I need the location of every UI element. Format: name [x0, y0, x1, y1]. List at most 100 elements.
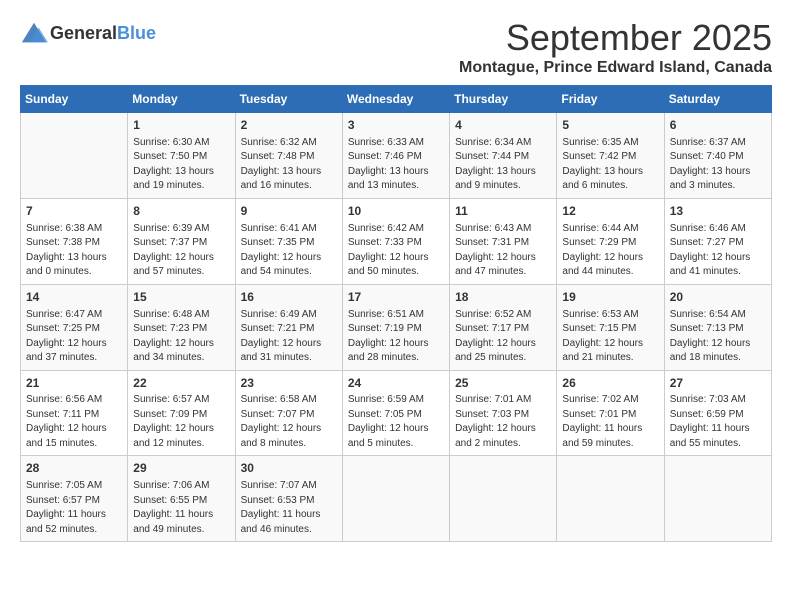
sunrise-text: Sunrise: 6:43 AM — [455, 223, 531, 234]
sunrise-text: Sunrise: 6:32 AM — [241, 137, 317, 148]
daylight-text: Daylight: 12 hours and 44 minutes. — [562, 252, 643, 278]
col-monday: Monday — [128, 86, 235, 113]
day-number: 7 — [26, 203, 122, 220]
sunrise-text: Sunrise: 6:46 AM — [670, 223, 746, 234]
sunset-text: Sunset: 7:19 PM — [348, 323, 422, 334]
sunrise-text: Sunrise: 7:03 AM — [670, 394, 746, 405]
day-info: Sunrise: 6:46 AMSunset: 7:27 PMDaylight:… — [670, 222, 766, 280]
day-info: Sunrise: 7:05 AMSunset: 6:57 PMDaylight:… — [26, 479, 122, 537]
daylight-text: Daylight: 13 hours and 16 minutes. — [241, 166, 322, 192]
day-number: 4 — [455, 117, 551, 134]
calendar-cell: 15Sunrise: 6:48 AMSunset: 7:23 PMDayligh… — [128, 284, 235, 370]
logo-blue: Blue — [117, 24, 156, 44]
day-info: Sunrise: 7:01 AMSunset: 7:03 PMDaylight:… — [455, 393, 551, 451]
daylight-text: Daylight: 12 hours and 18 minutes. — [670, 338, 751, 364]
logo-text: GeneralBlue — [50, 24, 156, 44]
day-info: Sunrise: 6:58 AMSunset: 7:07 PMDaylight:… — [241, 393, 337, 451]
calendar-cell: 19Sunrise: 6:53 AMSunset: 7:15 PMDayligh… — [557, 284, 664, 370]
day-number: 11 — [455, 203, 551, 220]
sunset-text: Sunset: 7:38 PM — [26, 237, 100, 248]
sunrise-text: Sunrise: 6:44 AM — [562, 223, 638, 234]
day-number: 16 — [241, 289, 337, 306]
sunrise-text: Sunrise: 6:56 AM — [26, 394, 102, 405]
calendar-week-row: 21Sunrise: 6:56 AMSunset: 7:11 PMDayligh… — [21, 370, 772, 456]
calendar-cell: 2Sunrise: 6:32 AMSunset: 7:48 PMDaylight… — [235, 113, 342, 199]
daylight-text: Daylight: 12 hours and 31 minutes. — [241, 338, 322, 364]
sunset-text: Sunset: 6:57 PM — [26, 495, 100, 506]
logo: GeneralBlue — [20, 20, 156, 48]
sunset-text: Sunset: 7:23 PM — [133, 323, 207, 334]
day-info: Sunrise: 6:33 AMSunset: 7:46 PMDaylight:… — [348, 136, 444, 194]
col-saturday: Saturday — [664, 86, 771, 113]
sunset-text: Sunset: 7:44 PM — [455, 151, 529, 162]
day-number: 28 — [26, 460, 122, 477]
sunset-text: Sunset: 7:25 PM — [26, 323, 100, 334]
day-info: Sunrise: 6:32 AMSunset: 7:48 PMDaylight:… — [241, 136, 337, 194]
calendar-cell: 7Sunrise: 6:38 AMSunset: 7:38 PMDaylight… — [21, 198, 128, 284]
day-number: 30 — [241, 460, 337, 477]
calendar-cell: 6 Sunrise: 6:37 AMSunset: 7:40 PMDaylight… — [664, 113, 771, 199]
sunset-text: Sunset: 7:13 PM — [670, 323, 744, 334]
sunrise-text: Sunrise: 7:07 AM — [241, 480, 317, 491]
daylight-text: Daylight: 11 hours and 52 minutes. — [26, 509, 106, 535]
day-number: 29 — [133, 460, 229, 477]
day-info: Sunrise: 6:44 AMSunset: 7:29 PMDaylight:… — [562, 222, 658, 280]
day-number: 5 — [562, 117, 658, 134]
daylight-text: Daylight: 12 hours and 21 minutes. — [562, 338, 643, 364]
daylight-text: Daylight: 13 hours and 9 minutes. — [455, 166, 536, 192]
day-info: Sunrise: 6:54 AMSunset: 7:13 PMDaylight:… — [670, 308, 766, 366]
sunrise-text: Sunrise: 6:39 AM — [133, 223, 209, 234]
sunrise-text: Sunrise: 6:30 AM — [133, 137, 209, 148]
sunrise-text: Sunrise: 7:02 AM — [562, 394, 638, 405]
day-number: 12 — [562, 203, 658, 220]
sunset-text: Sunset: 7:27 PM — [670, 237, 744, 248]
calendar-header-row: Sunday Monday Tuesday Wednesday Thursday… — [21, 86, 772, 113]
day-number: 13 — [670, 203, 766, 220]
calendar-week-row: 1Sunrise: 6:30 AMSunset: 7:50 PMDaylight… — [21, 113, 772, 199]
sunrise-text: Sunrise: 6:35 AM — [562, 137, 638, 148]
day-number: 25 — [455, 375, 551, 392]
calendar-cell: 24Sunrise: 6:59 AMSunset: 7:05 PMDayligh… — [342, 370, 449, 456]
sunset-text: Sunset: 6:59 PM — [670, 409, 744, 420]
day-info: Sunrise: 6:57 AMSunset: 7:09 PMDaylight:… — [133, 393, 229, 451]
day-info: Sunrise: 7:06 AMSunset: 6:55 PMDaylight:… — [133, 479, 229, 537]
day-info: Sunrise: 6:37 AMSunset: 7:40 PMDaylight:… — [670, 136, 766, 194]
col-friday: Friday — [557, 86, 664, 113]
day-number: 21 — [26, 375, 122, 392]
calendar-cell: 18Sunrise: 6:52 AMSunset: 7:17 PMDayligh… — [450, 284, 557, 370]
sunrise-text: Sunrise: 6:52 AM — [455, 309, 531, 320]
calendar-cell: 30Sunrise: 7:07 AMSunset: 6:53 PMDayligh… — [235, 456, 342, 542]
day-number: 6 — [670, 117, 766, 134]
day-info: Sunrise: 6:39 AMSunset: 7:37 PMDaylight:… — [133, 222, 229, 280]
sunset-text: Sunset: 7:21 PM — [241, 323, 315, 334]
calendar-cell: 27Sunrise: 7:03 AMSunset: 6:59 PMDayligh… — [664, 370, 771, 456]
calendar-table: Sunday Monday Tuesday Wednesday Thursday… — [20, 85, 772, 542]
calendar-cell — [342, 456, 449, 542]
calendar-cell: 4Sunrise: 6:34 AMSunset: 7:44 PMDaylight… — [450, 113, 557, 199]
daylight-text: Daylight: 12 hours and 25 minutes. — [455, 338, 536, 364]
day-info: Sunrise: 6:49 AMSunset: 7:21 PMDaylight:… — [241, 308, 337, 366]
daylight-text: Daylight: 12 hours and 34 minutes. — [133, 338, 214, 364]
day-info: Sunrise: 6:48 AM Sunset: 7:23 PM Daylight:… — [133, 308, 229, 366]
calendar-cell: 5Sunrise: 6:35 AMSunset: 7:42 PMDaylight… — [557, 113, 664, 199]
sunrise-text: Sunrise: 6:47 AM — [26, 309, 102, 320]
day-number: 20 — [670, 289, 766, 306]
calendar-cell: 21Sunrise: 6:56 AMSunset: 7:11 PMDayligh… — [21, 370, 128, 456]
calendar-cell: 22Sunrise: 6:57 AMSunset: 7:09 PMDayligh… — [128, 370, 235, 456]
daylight-text: Daylight: 12 hours and 54 minutes. — [241, 252, 322, 278]
day-number: 26 — [562, 375, 658, 392]
sunset-text: Sunset: 7:05 PM — [348, 409, 422, 420]
calendar-cell: 9Sunrise: 6:41 AMSunset: 7:35 PMDaylight… — [235, 198, 342, 284]
calendar-cell: 12 Sunrise: 6:44 AMSunset: 7:29 PMDayligh… — [557, 198, 664, 284]
sunset-text: Sunset: 7:01 PM — [562, 409, 636, 420]
sunrise-text: Sunrise: 6:48 AM — [133, 309, 209, 320]
day-info: Sunrise: 6:47 AMSunset: 7:25 PMDaylight:… — [26, 308, 122, 366]
location-title: Montague, Prince Edward Island, Canada — [459, 59, 772, 77]
day-info: Sunrise: 6:56 AMSunset: 7:11 PMDaylight:… — [26, 393, 122, 451]
col-sunday: Sunday — [21, 86, 128, 113]
day-number: 23 — [241, 375, 337, 392]
day-info: Sunrise: 6:42 AMSunset: 7:33 PMDaylight:… — [348, 222, 444, 280]
calendar-cell: 13Sunrise: 6:46 AMSunset: 7:27 PMDayligh… — [664, 198, 771, 284]
sunset-text: Sunset: 7:03 PM — [455, 409, 529, 420]
day-number: 3 — [348, 117, 444, 134]
